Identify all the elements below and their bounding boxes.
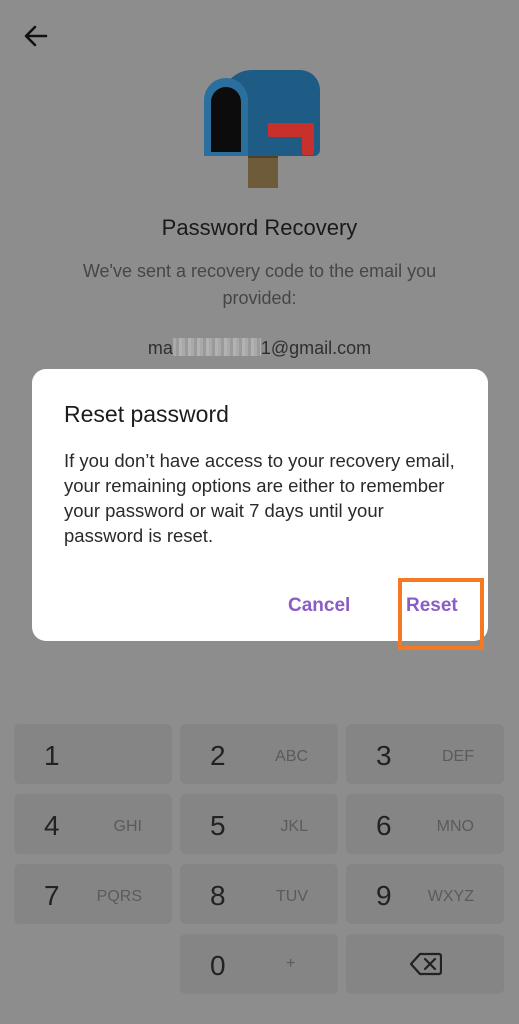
key-8[interactable]: 8 TUV bbox=[180, 864, 338, 924]
key-letters: GHI bbox=[113, 818, 142, 835]
arrow-left-icon bbox=[24, 25, 48, 47]
key-digit: 4 bbox=[44, 810, 60, 841]
key-5[interactable]: 5 JKL bbox=[180, 794, 338, 854]
key-6[interactable]: 6 MNO bbox=[346, 794, 504, 854]
email-suffix: 1@gmail.com bbox=[260, 338, 372, 358]
key-letters: ABC bbox=[275, 748, 308, 765]
key-digit: 7 bbox=[44, 880, 60, 911]
mailbox-icon bbox=[204, 70, 320, 188]
key-digit: 5 bbox=[210, 810, 226, 841]
dialog-title: Reset password bbox=[64, 401, 229, 427]
key-digit: 1 bbox=[44, 740, 60, 771]
reset-button-highlight bbox=[398, 578, 484, 650]
key-3[interactable]: 3 DEF bbox=[346, 724, 504, 784]
key-letters: JKL bbox=[280, 818, 308, 835]
key-1[interactable]: 1 bbox=[14, 724, 172, 784]
key-letters: WXYZ bbox=[427, 888, 474, 905]
dialog-message: If you don’t have access to your recover… bbox=[64, 450, 455, 546]
key-7[interactable]: 7 PQRS bbox=[14, 864, 172, 924]
key-9[interactable]: 9 WXYZ bbox=[346, 864, 504, 924]
key-digit: 8 bbox=[210, 880, 226, 911]
key-letters: DEF bbox=[442, 748, 474, 765]
key-letters: MNO bbox=[436, 818, 474, 835]
key-digit: 0 bbox=[210, 950, 226, 981]
email-redaction bbox=[172, 338, 261, 356]
back-button[interactable] bbox=[20, 20, 52, 52]
key-letters: TUV bbox=[276, 888, 308, 905]
key-digit: 6 bbox=[376, 810, 392, 841]
recovery-subtitle: We've sent a recovery code to the email … bbox=[82, 261, 437, 308]
email-prefix: ma bbox=[147, 338, 173, 358]
key-digit: 9 bbox=[376, 880, 392, 911]
key-2[interactable]: 2 ABC bbox=[180, 724, 338, 784]
key-0[interactable]: 0 + bbox=[180, 934, 338, 994]
key-digit: 3 bbox=[376, 740, 392, 771]
key-plus: + bbox=[286, 955, 296, 972]
cancel-button[interactable]: Cancel bbox=[288, 595, 350, 617]
backspace-icon bbox=[410, 952, 442, 976]
backspace-key[interactable] bbox=[346, 934, 504, 994]
key-digit: 2 bbox=[210, 740, 226, 771]
page-title: Password Recovery bbox=[161, 215, 358, 240]
key-4[interactable]: 4 GHI bbox=[14, 794, 172, 854]
numeric-keypad: 1 2 ABC 3 DEF 4 GHI 5 JKL 6 MNO 7 PQRS 8… bbox=[0, 714, 519, 1024]
recovery-email: ma 1@gmail.com bbox=[0, 338, 519, 359]
key-letters: PQRS bbox=[96, 888, 142, 905]
